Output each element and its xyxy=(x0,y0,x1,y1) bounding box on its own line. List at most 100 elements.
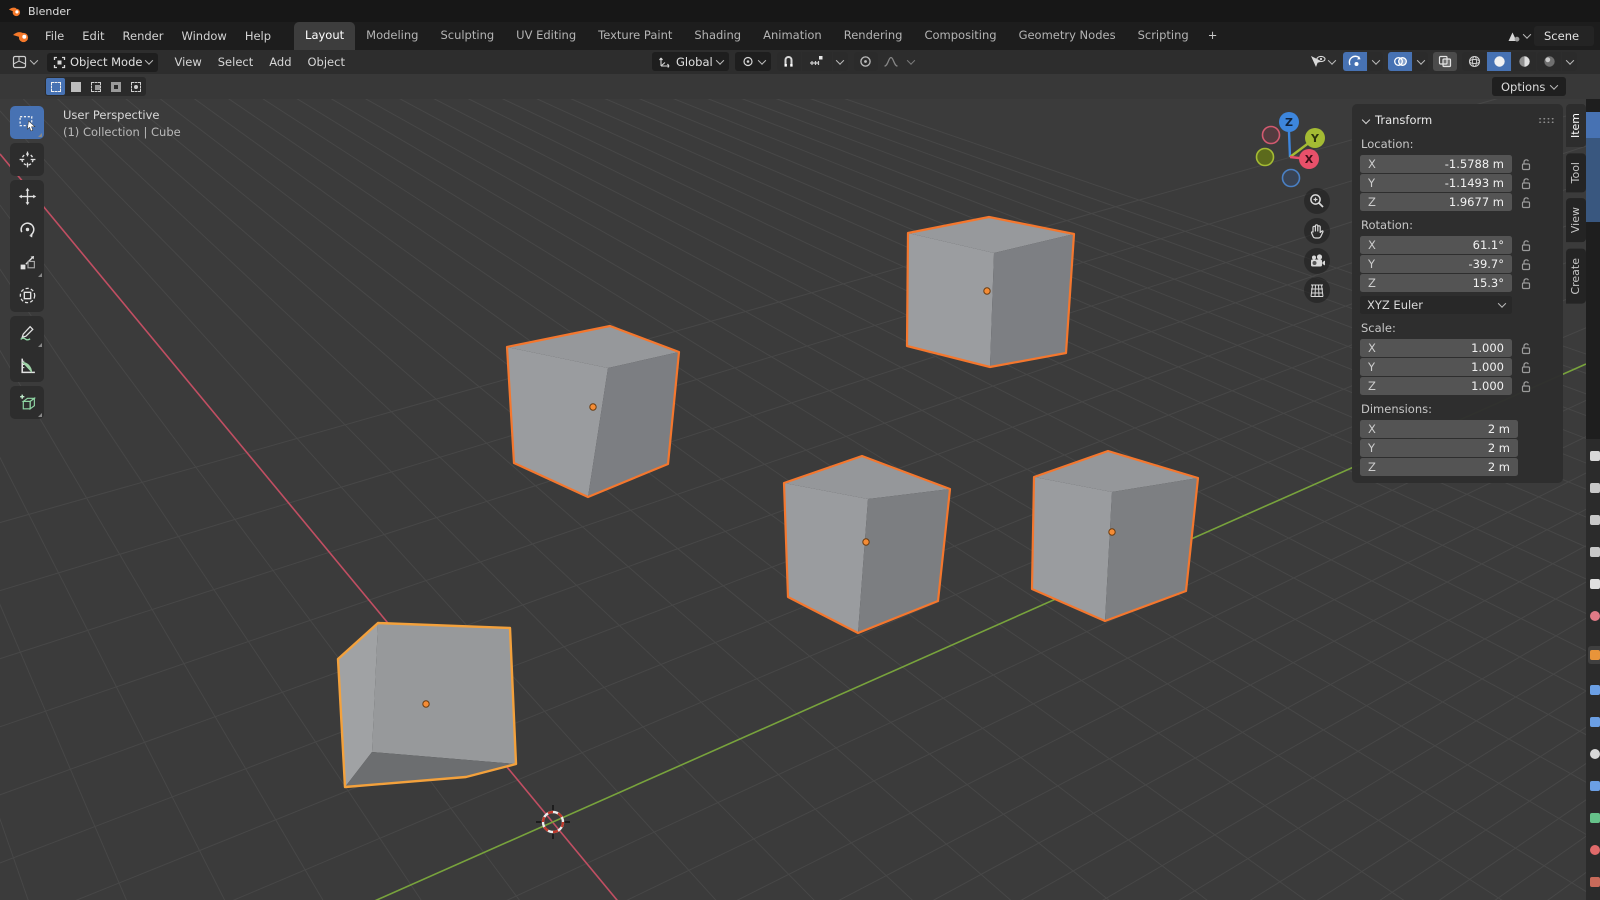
transform-panel-header[interactable]: Transform xyxy=(1360,110,1555,130)
scale-x-field[interactable]: X 1.000 xyxy=(1360,339,1512,357)
dimensions-y-field[interactable]: Y 2 m xyxy=(1360,439,1518,457)
workspace-tab-modeling[interactable]: Modeling xyxy=(355,22,429,50)
proportional-falloff-button[interactable] xyxy=(879,52,903,71)
editor-type-button[interactable] xyxy=(6,53,43,72)
gizmo-axis-z[interactable]: Z xyxy=(1279,112,1299,132)
lock-icon[interactable] xyxy=(1520,239,1532,252)
tool-transform[interactable] xyxy=(10,279,44,312)
workspace-tab-uv-editing[interactable]: UV Editing xyxy=(505,22,587,50)
pivot-point-dropdown[interactable] xyxy=(734,52,771,71)
workspace-tab-rendering[interactable]: Rendering xyxy=(833,22,914,50)
dimensions-z-field[interactable]: Z 2 m xyxy=(1360,458,1518,476)
scene-name-field[interactable]: Scene xyxy=(1534,26,1594,46)
location-z-field[interactable]: Z 1.9677 m xyxy=(1360,193,1512,211)
location-x-field[interactable]: X -1.5788 m xyxy=(1360,155,1512,173)
properties-tab-scene-icon[interactable] xyxy=(1590,579,1600,589)
falloff-dropdown[interactable] xyxy=(904,52,919,71)
properties-tab-output-icon[interactable] xyxy=(1590,515,1600,525)
sidebar-tab-tool[interactable]: Tool xyxy=(1566,153,1586,193)
lock-icon[interactable] xyxy=(1520,158,1532,171)
menu-view[interactable]: View xyxy=(166,52,209,72)
shading-rendered-button[interactable] xyxy=(1537,52,1561,71)
transform-orientation-dropdown[interactable]: Global xyxy=(652,52,729,71)
tool-add-cube[interactable] xyxy=(10,386,44,419)
options-button[interactable]: Options xyxy=(1492,77,1567,96)
properties-tab-particles-icon[interactable] xyxy=(1590,717,1600,727)
properties-tab-constraints-icon[interactable] xyxy=(1590,781,1600,791)
location-y-field[interactable]: Y -1.1493 m xyxy=(1360,174,1512,192)
workspace-tab-compositing[interactable]: Compositing xyxy=(913,22,1007,50)
rotation-x-field[interactable]: X 61.1° xyxy=(1360,236,1512,254)
select-mode-extend-button[interactable] xyxy=(66,78,85,95)
tool-select-box[interactable] xyxy=(10,106,44,139)
menu-add[interactable]: Add xyxy=(261,52,299,72)
shading-dropdown[interactable] xyxy=(1562,52,1577,71)
outliner-active-row[interactable] xyxy=(1586,138,1600,222)
workspace-tab-geometry-nodes[interactable]: Geometry Nodes xyxy=(1008,22,1127,50)
menu-edit[interactable]: Edit xyxy=(73,25,113,47)
cube-object[interactable] xyxy=(505,324,681,499)
show-gizmo-toggle[interactable] xyxy=(1343,52,1367,71)
move-view-button[interactable] xyxy=(1304,218,1330,244)
lock-icon[interactable] xyxy=(1520,380,1532,393)
gizmo-dropdown[interactable] xyxy=(1368,52,1383,71)
scene-canvas[interactable] xyxy=(0,99,1586,900)
gizmo-axis-neg-x[interactable] xyxy=(1261,125,1281,145)
workspace-tab-texture-paint[interactable]: Texture Paint xyxy=(587,22,683,50)
rotation-mode-dropdown[interactable]: XYZ Euler xyxy=(1360,296,1512,314)
dimensions-x-field[interactable]: X 2 m xyxy=(1360,420,1518,438)
tool-measure[interactable] xyxy=(10,349,44,382)
lock-icon[interactable] xyxy=(1520,177,1532,190)
snap-dropdown[interactable] xyxy=(832,52,848,71)
add-workspace-button[interactable]: + xyxy=(1200,22,1226,50)
shading-solid-button[interactable] xyxy=(1487,52,1511,71)
workspace-tab-shading[interactable]: Shading xyxy=(683,22,752,50)
cube-object[interactable] xyxy=(1030,449,1200,623)
scene-browse-button[interactable] xyxy=(1506,29,1532,43)
properties-tab-render-icon[interactable] xyxy=(1590,483,1600,493)
xray-toggle[interactable] xyxy=(1433,52,1457,71)
lock-icon[interactable] xyxy=(1520,258,1532,271)
snap-toggle-button[interactable] xyxy=(776,52,801,71)
menu-file[interactable]: File xyxy=(36,25,73,47)
properties-tab-tool-icon[interactable] xyxy=(1590,451,1600,461)
lock-icon[interactable] xyxy=(1520,196,1532,209)
tool-rotate[interactable] xyxy=(10,213,44,246)
sidebar-tab-view[interactable]: View xyxy=(1566,198,1586,243)
menu-window[interactable]: Window xyxy=(172,25,235,47)
menu-select[interactable]: Select xyxy=(210,52,261,72)
workspace-tab-layout[interactable]: Layout xyxy=(294,22,356,50)
gizmo-axis-x[interactable]: X xyxy=(1299,149,1319,169)
menu-render[interactable]: Render xyxy=(114,25,173,47)
sidebar-tab-item[interactable]: Item xyxy=(1566,104,1586,148)
select-mode-set-button[interactable] xyxy=(46,78,65,95)
sidebar-tab-create[interactable]: Create xyxy=(1566,248,1586,304)
properties-tab-world-icon[interactable] xyxy=(1590,611,1600,621)
properties-tab-material-icon[interactable] xyxy=(1590,845,1600,855)
gizmo-axis-y[interactable]: Y xyxy=(1305,128,1325,148)
gizmo-axis-neg-z[interactable] xyxy=(1281,168,1301,188)
zoom-view-button[interactable] xyxy=(1304,188,1330,214)
show-overlays-toggle[interactable] xyxy=(1388,52,1412,71)
gizmo-axis-neg-y[interactable] xyxy=(1255,147,1275,167)
properties-tab-texture-icon[interactable] xyxy=(1590,877,1600,887)
lock-icon[interactable] xyxy=(1520,361,1532,374)
menu-object[interactable]: Object xyxy=(300,52,353,72)
overlays-dropdown[interactable] xyxy=(1413,52,1428,71)
app-menu-button[interactable] xyxy=(6,29,36,43)
3d-viewport[interactable]: User Perspective (1) Collection | Cube Z… xyxy=(0,99,1600,900)
select-mode-intersect-button[interactable] xyxy=(126,78,145,95)
properties-tab-physics-icon[interactable] xyxy=(1590,749,1600,759)
shading-wireframe-button[interactable] xyxy=(1462,52,1486,71)
tool-annotate[interactable] xyxy=(10,316,44,349)
rotation-y-field[interactable]: Y -39.7° xyxy=(1360,255,1512,273)
tool-cursor[interactable] xyxy=(10,143,44,176)
selectability-visibility-dropdown[interactable] xyxy=(1306,55,1338,69)
rotation-z-field[interactable]: Z 15.3° xyxy=(1360,274,1512,292)
scale-z-field[interactable]: Z 1.000 xyxy=(1360,377,1512,395)
properties-tab-modifiers-icon[interactable] xyxy=(1590,685,1600,695)
scale-y-field[interactable]: Y 1.000 xyxy=(1360,358,1512,376)
tool-scale[interactable] xyxy=(10,246,44,279)
panel-grip-icon[interactable] xyxy=(1538,116,1555,124)
workspace-tab-sculpting[interactable]: Sculpting xyxy=(429,22,505,50)
